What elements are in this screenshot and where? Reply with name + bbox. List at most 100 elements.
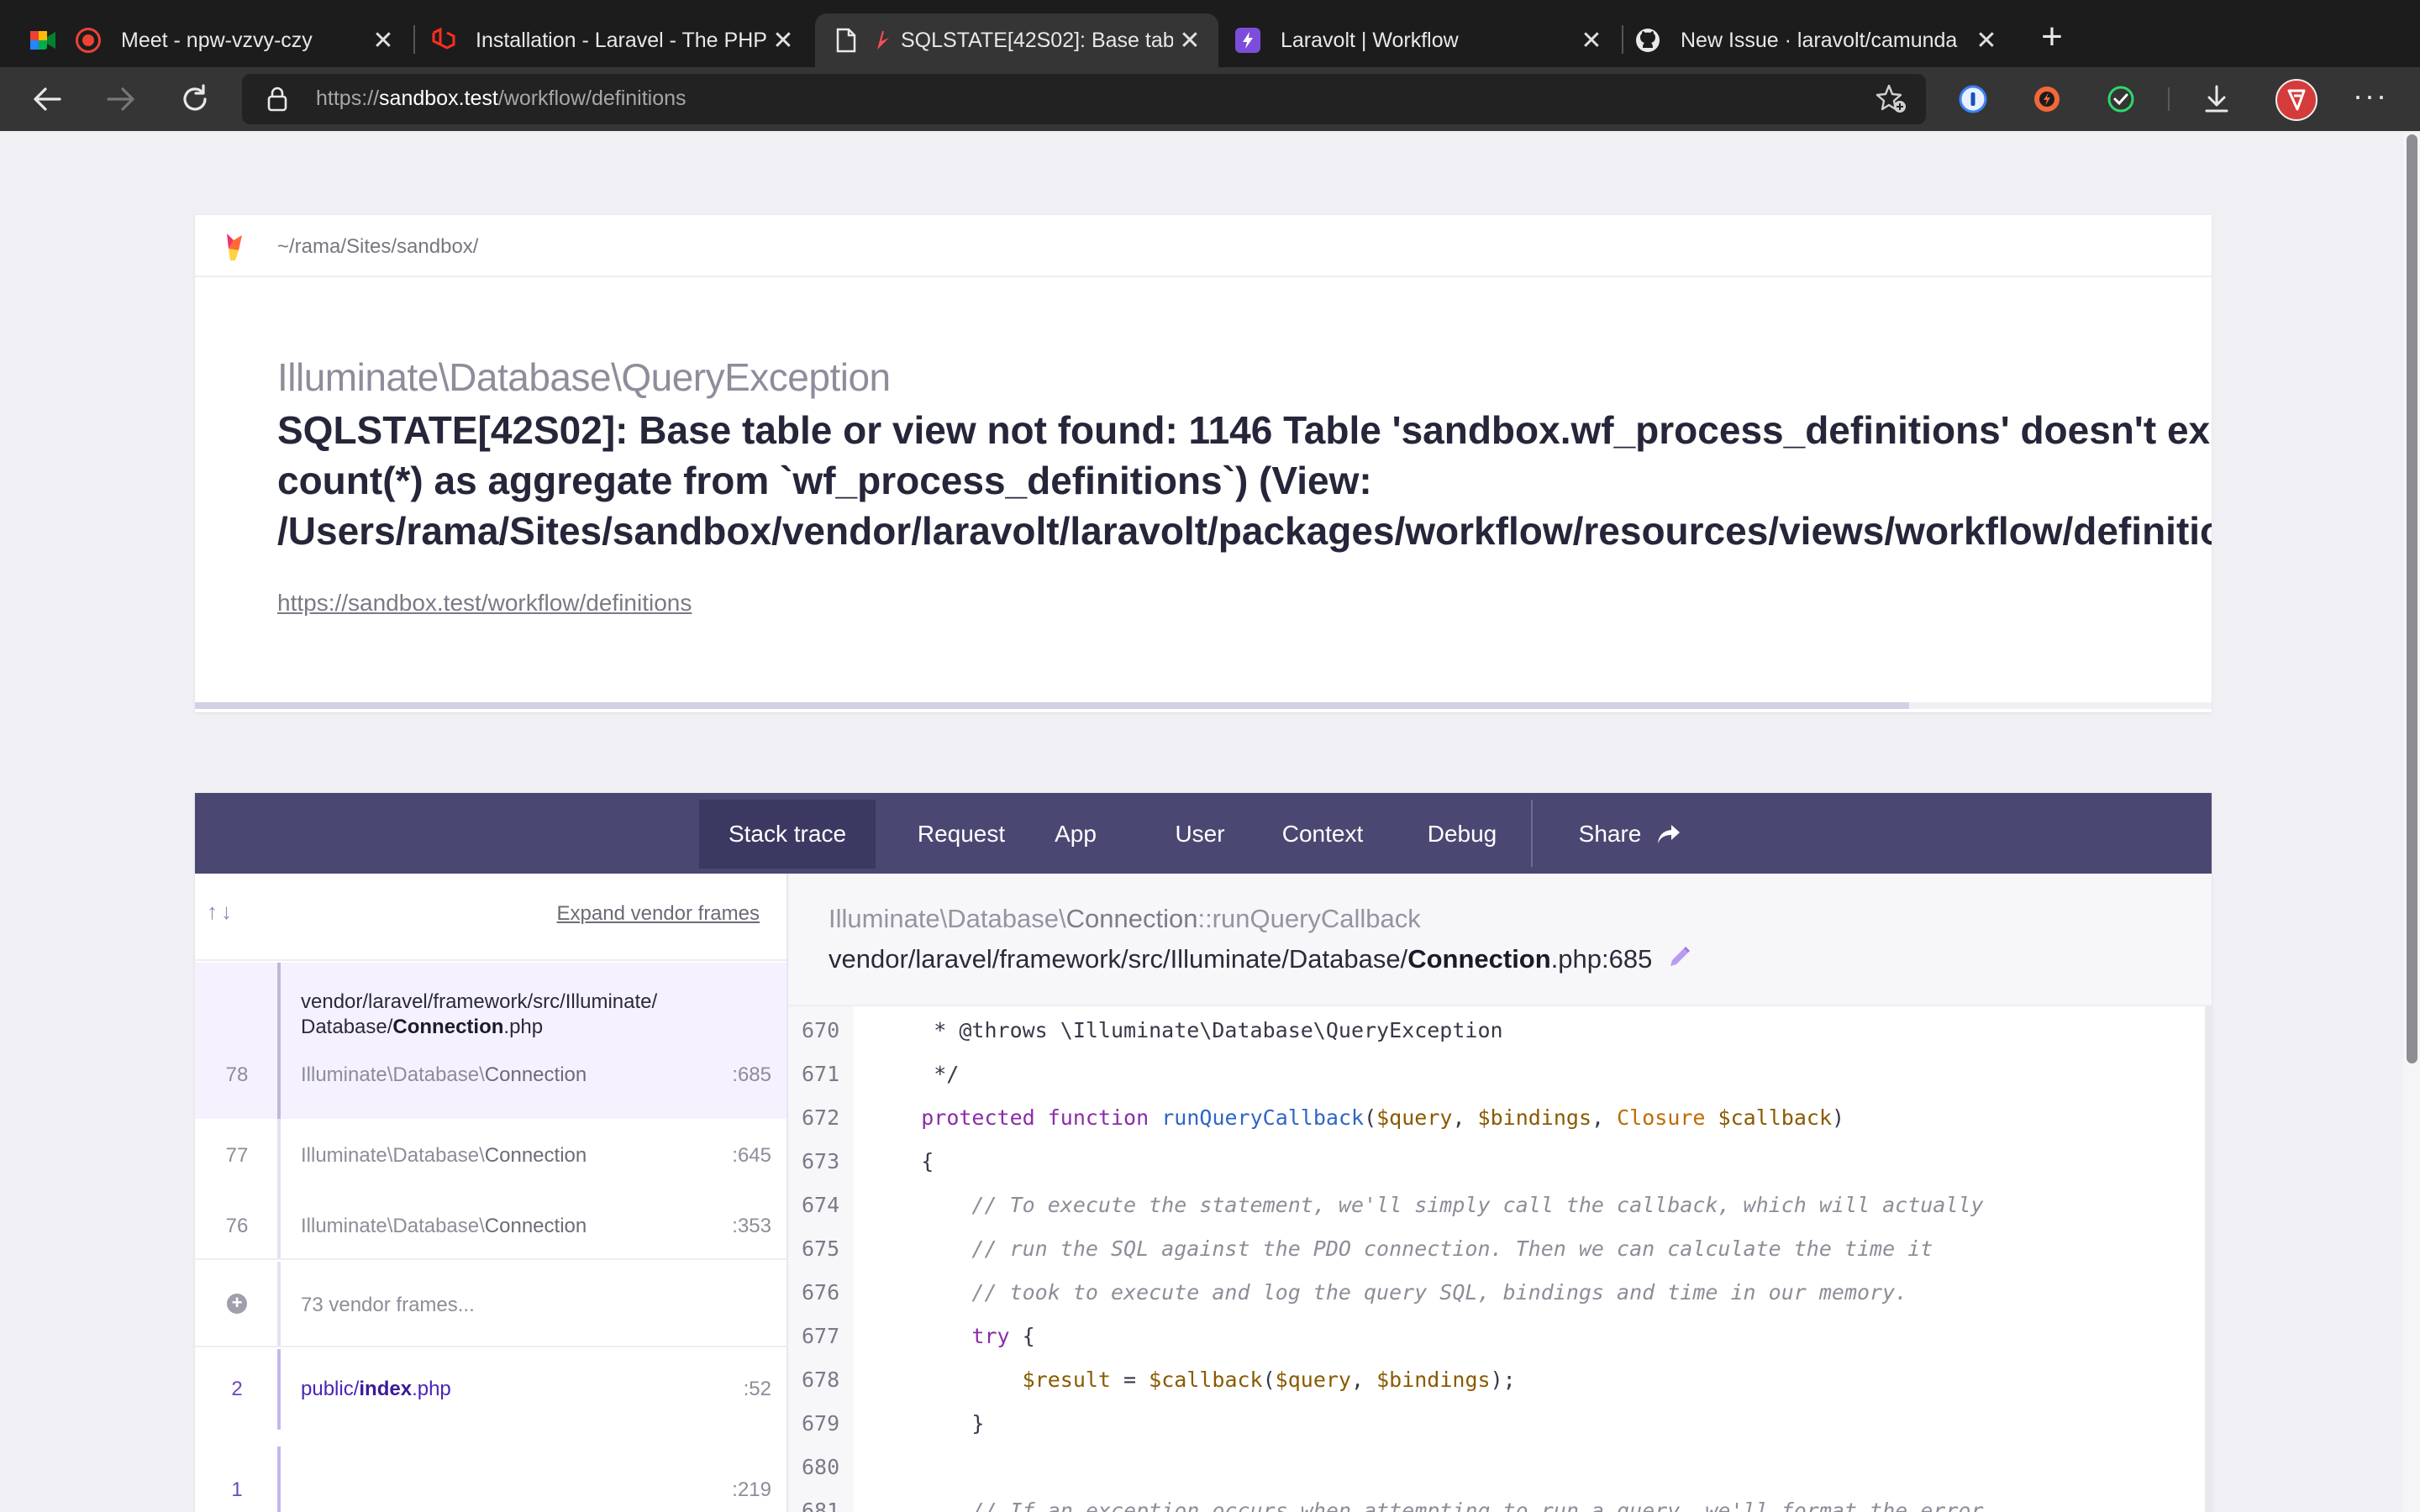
frame-class: Illuminate\Database\Connection — [301, 1063, 587, 1087]
frame-class-name: Connection — [484, 1063, 587, 1086]
tab-request[interactable]: Request — [902, 800, 1020, 869]
code-text: // took to execute and log the query SQL… — [871, 1280, 1908, 1305]
ignition-logo-icon — [225, 232, 245, 266]
frame-file: public/index.php — [301, 1378, 451, 1401]
back-button[interactable] — [27, 79, 67, 119]
share-label: Share — [1578, 821, 1642, 847]
code-line: 679 } — [788, 1403, 2212, 1443]
share-button[interactable]: Share — [1563, 800, 1697, 869]
request-url-link[interactable]: https://sandbox.test/workflow/definition… — [277, 590, 692, 617]
code-snippet: 670 * @throws \Illuminate\Database\Query… — [788, 1006, 2212, 1512]
frame-file: vendor/laravel/framework/src/Illuminate/… — [301, 990, 657, 1040]
password-manager-icon[interactable] — [1954, 81, 1991, 118]
code-text: * @throws \Illuminate\Database\QueryExce… — [871, 1018, 1503, 1042]
frame-file-name: Connection — [392, 1016, 504, 1038]
address-bar[interactable]: https://sandbox.test/workflow/definition… — [242, 74, 1926, 124]
reload-button[interactable] — [175, 79, 215, 119]
tab-context[interactable]: Context — [1270, 800, 1375, 869]
exception-card-header: ~/rama/Sites/sandbox/ — [195, 215, 2212, 277]
frame-file-ext: .php — [503, 1016, 544, 1038]
more-menu-icon[interactable]: ··· — [2353, 79, 2388, 113]
tab-laravel-installation[interactable]: Installation - Laravel - The PHP Framewo… — [415, 13, 812, 67]
close-icon[interactable]: ✕ — [1173, 24, 1207, 57]
exception-message-line: count(*) as aggregate from `wf_process_d… — [277, 459, 1372, 502]
code-line: 676 // took to execute and log the query… — [788, 1272, 2212, 1312]
line-number: 671 — [802, 1062, 840, 1086]
tab-stack-trace[interactable]: Stack trace — [699, 800, 876, 869]
lock-icon — [267, 87, 287, 116]
close-icon[interactable]: ✕ — [766, 24, 800, 57]
tab-github-new-issue[interactable]: New Issue · laravolt/camunda ✕ — [1623, 13, 2015, 67]
stack-frame[interactable]: 76 Illuminate\Database\Connection :353 — [195, 1189, 786, 1260]
stack-frames-list: ↑↓ Expand vendor frames vendor/laravel/f… — [195, 874, 788, 1512]
tab-sqlstate-error[interactable]: SQLSTATE[42S02]: Base table or view not … — [815, 13, 1218, 67]
code-text: try { — [971, 1324, 1035, 1348]
close-icon[interactable]: ✕ — [366, 24, 400, 57]
code-line: 672 protected function runQueryCallback(… — [788, 1097, 2212, 1137]
frame-class-namespace: Illuminate\Database\ — [301, 1215, 485, 1237]
expand-vendor-frames-link[interactable]: Expand vendor frames — [557, 902, 760, 926]
toolbar-divider — [2168, 87, 2170, 111]
detail-class-name: Connection — [1065, 904, 1198, 933]
code-line: 673 { — [788, 1141, 2212, 1181]
downloads-icon[interactable] — [2198, 81, 2235, 118]
laravel-icon — [430, 28, 455, 53]
code-text: // run the SQL against the PDO connectio… — [871, 1236, 1933, 1261]
frame-class: Illuminate\Database\Connection — [301, 1144, 587, 1168]
code-line: 674 // To execute the statement, we'll s… — [788, 1184, 2212, 1225]
github-icon — [1635, 28, 1660, 53]
detail-file: vendor/laravel/framework/src/Illuminate/… — [829, 944, 1692, 976]
close-icon[interactable]: ✕ — [1575, 24, 1608, 57]
tab-title: New Issue · laravolt/camunda — [1681, 28, 1958, 52]
tab-meet[interactable]: Meet - npw-vzvy-czy ✕ — [0, 13, 412, 67]
panel-nav: Stack trace Request App User Context Deb… — [195, 793, 2212, 874]
arrow-right-icon — [107, 87, 134, 111]
detail-file-ext: .php:685 — [1550, 944, 1653, 974]
tab-app[interactable]: App — [1040, 800, 1111, 869]
frame-class-namespace: Illuminate\Database\ — [301, 1063, 485, 1086]
reload-icon — [183, 84, 207, 111]
code-line: 670 * @throws \Illuminate\Database\Query… — [788, 1010, 2212, 1050]
stack-frame-application[interactable]: 1 :219 — [195, 1430, 786, 1512]
extension-check-icon[interactable] — [2102, 81, 2139, 118]
tab-title: Installation - Laravel - The PHP Framewo… — [476, 28, 766, 52]
new-tab-button[interactable]: + — [2033, 18, 2070, 57]
forward-button[interactable] — [101, 79, 141, 119]
frame-file-dir: public/ — [301, 1378, 360, 1400]
code-line: 680 — [788, 1446, 2212, 1487]
stack-frame-application[interactable]: 2 public/index.php :52 — [195, 1349, 786, 1430]
frame-class-name: Connection — [484, 1144, 587, 1167]
extension-flash-icon[interactable] — [2028, 81, 2065, 118]
frame-navigation-arrows-icon[interactable]: ↑↓ — [207, 899, 235, 925]
url-scheme: https:// — [316, 87, 380, 110]
stack-frame[interactable]: 77 Illuminate\Database\Connection :645 — [195, 1119, 786, 1189]
add-favorite-icon[interactable] — [1876, 84, 1907, 118]
detail-file-name: Connection — [1407, 944, 1551, 974]
line-number: 681 — [802, 1499, 840, 1512]
stack-frame-selected[interactable]: vendor/laravel/framework/src/Illuminate/… — [195, 963, 786, 1119]
line-number: 680 — [802, 1455, 840, 1479]
code-line: 681 // If an exception occurs when attem… — [788, 1490, 2212, 1512]
detail-class: Illuminate\Database\Connection::runQuery… — [829, 904, 1421, 934]
code-line: 675 // run the SQL against the PDO conne… — [788, 1228, 2212, 1268]
detail-file-dir: vendor/laravel/framework/src/Illuminate/… — [829, 944, 1408, 974]
vendor-frames-label: 73 vendor frames... — [301, 1294, 475, 1316]
line-number: 678 — [802, 1368, 840, 1392]
tab-laravolt-workflow[interactable]: Laravolt | Workflow ✕ — [1220, 13, 1620, 67]
avatar-icon — [2287, 89, 2306, 111]
plus-circle-icon: + — [227, 1294, 247, 1314]
tab-debug[interactable]: Debug — [1413, 800, 1511, 869]
page-scrollbar-thumb[interactable] — [2407, 134, 2417, 1063]
frame-file-ext: .php — [412, 1378, 451, 1400]
tab-user[interactable]: User — [1161, 800, 1239, 869]
profile-avatar[interactable] — [2275, 79, 2317, 121]
close-icon[interactable]: ✕ — [1970, 24, 2003, 57]
code-line: 671 */ — [788, 1053, 2212, 1094]
url-host: sandbox.test — [379, 87, 498, 110]
code-text: protected function runQueryCallback($que… — [921, 1105, 1845, 1130]
tab-title: Laravolt | Workflow — [1281, 28, 1459, 52]
url-path: /workflow/definitions — [497, 87, 687, 110]
vendor-frames-collapsed[interactable]: + 73 vendor frames... — [195, 1262, 786, 1347]
detail-class-namespace: Illuminate\Database\ — [829, 904, 1066, 933]
edit-pencil-icon[interactable] — [1667, 944, 1692, 976]
